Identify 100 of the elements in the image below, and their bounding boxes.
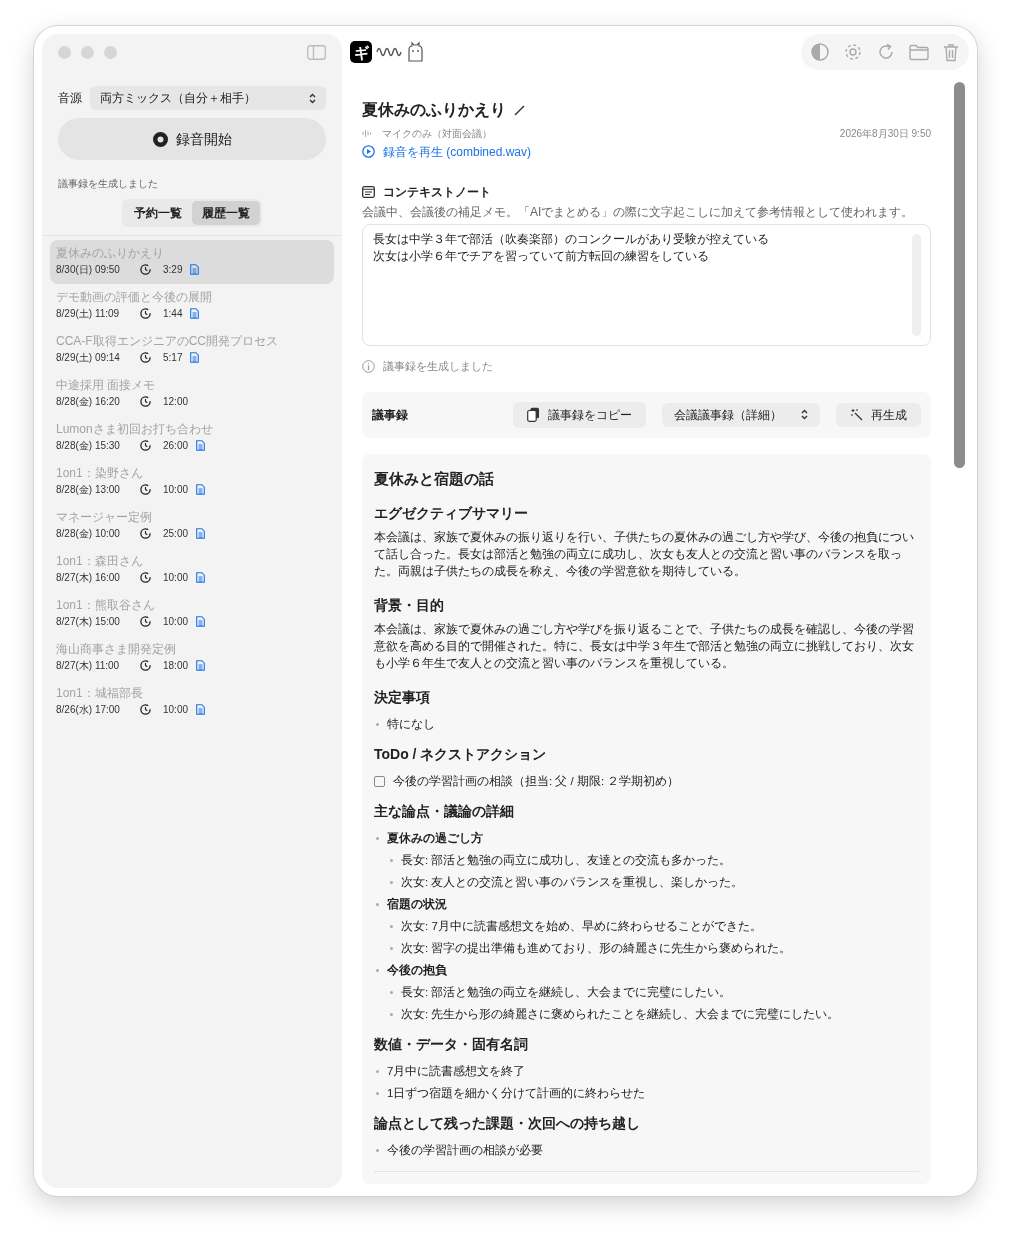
- section-heading: ToDo / ネクストアクション: [374, 745, 548, 763]
- history-title: 中途採用 面接メモ: [56, 377, 157, 394]
- list-tab[interactable]: 履歴一覧: [192, 201, 260, 225]
- section-heading: エグゼクティブサマリー: [374, 504, 529, 522]
- todo-checkbox[interactable]: [374, 775, 385, 787]
- history-duration: 10:00: [163, 483, 189, 497]
- history-date: 8/26(水) 17:00: [56, 703, 121, 717]
- history-date: 8/28(金) 15:30: [56, 439, 121, 453]
- bullet-dot: [376, 1091, 379, 1095]
- history-duration: 10:00: [163, 571, 189, 585]
- history-duration: 18:00: [163, 659, 189, 673]
- status-text: 議事録を生成しました: [57, 177, 159, 191]
- clock-icon: [140, 572, 151, 583]
- record-button[interactable]: 録音開始: [58, 118, 326, 160]
- trash-icon[interactable]: [943, 42, 959, 62]
- bullet-dot: [390, 990, 393, 994]
- history-title: 1on1：森田さん: [56, 553, 144, 570]
- history-item[interactable]: 1on1：城福部長 8/26(水) 17:00 10:00: [50, 680, 334, 724]
- bullet-text: 次女: 先生から形の綺麗さに褒められたことを継続し、大会までに完璧にしたい。: [401, 1007, 840, 1022]
- context-note-heading: コンテキストノート: [383, 184, 491, 201]
- context-note-field[interactable]: 長女は中学３年で部活（吹奏楽部）のコンクールがあり受験が控えている 次女は小学６年でチアを習っていて前方転回の練習をしている: [362, 224, 931, 346]
- copy-minutes-button[interactable]: 議事録をコピー: [513, 401, 646, 428]
- section-paragraph: 本会議は、家族で夏休みの過ごし方や学びを振り返ることで、子供たちの成長を確認し、今後の学習意欲を高める目的で開催された。特に、長女は中学３年生で部活と勉強の両立に挑戦しており、次女も小学６年生で友人との交流と習い事のバランスを重視している。: [374, 622, 915, 671]
- note-line: 次女は小学６年でチアを習っていて前方転回の練習をしている: [373, 248, 710, 265]
- history-title: 1on1：染野さん: [56, 465, 144, 482]
- clock-icon: [140, 396, 151, 407]
- section-heading: 背景・目的: [374, 596, 445, 614]
- history-date: 8/27(木) 15:00: [56, 615, 121, 629]
- section-paragraph: 本会議は、家族で夏休みの振り返りを行い、子供たちの夏休みの過ごし方や学び、今後の抱負について話し合った。長女は部活と勉強の両立に成功し、次女も友人との交流と習い事のバランスを取った。両親は子供たちの成長を称え、今後の学習意欲を期待している。: [374, 530, 915, 579]
- history-duration: 5:17: [163, 351, 183, 365]
- section-heading: 決定事項: [374, 688, 431, 706]
- history-duration: 3:29: [163, 263, 183, 277]
- bullet-dot: [390, 924, 393, 928]
- todo-text: 今後の学習計画の相談（担当: 父 / 期限: ２学期初め）: [393, 774, 680, 789]
- history-date: 8/27(木) 16:00: [56, 571, 121, 585]
- clock-icon: [140, 484, 151, 495]
- history-item[interactable]: 1on1：熊取谷さん 8/27(木) 15:00 10:00: [50, 592, 334, 636]
- app-logo: ギ: [350, 41, 372, 63]
- chevron-updown-icon: [801, 409, 808, 420]
- minimize-window-icon[interactable]: [81, 45, 94, 59]
- info-icon: [362, 359, 375, 373]
- regenerate-button[interactable]: 再生成: [836, 402, 921, 427]
- close-window-icon[interactable]: [58, 45, 71, 59]
- history-duration: 1:44: [163, 307, 183, 321]
- history-item[interactable]: CCA-F取得エンジニアのCC開発プロセス 8/29(土) 09:14 5:17: [50, 328, 334, 372]
- history-item[interactable]: デモ動画の評価と今後の展開 8/29(土) 11:09 1:44: [50, 284, 334, 328]
- meeting-datetime: 2026年8月30日 9:50: [839, 127, 931, 141]
- history-item[interactable]: 1on1：森田さん 8/27(木) 16:00 10:00: [50, 548, 334, 592]
- bullet-text: 長女: 部活と勉強の両立を継続し、大会までに完璧にしたい。: [401, 985, 732, 1000]
- bullet-text: 次女: 7月中に読書感想文を始め、早めに終わらせることができた。: [401, 919, 762, 934]
- history-title: 1on1：城福部長: [56, 685, 144, 702]
- history-item[interactable]: 1on1：染野さん 8/28(金) 13:00 10:00: [50, 460, 334, 504]
- zoom-window-icon[interactable]: [104, 45, 117, 59]
- source-dropdown[interactable]: 両方ミックス（自分＋相手）: [90, 86, 326, 110]
- record-icon: [152, 131, 168, 147]
- bullet-dot: [390, 946, 393, 950]
- source-label: 音源: [58, 90, 82, 107]
- sidebar-toggle-icon[interactable]: [307, 44, 326, 60]
- history-item[interactable]: 海山商事さま開発定例 8/27(木) 11:00 18:00: [50, 636, 334, 680]
- settings-icon[interactable]: [843, 42, 863, 62]
- history-date: 8/30(日) 09:50: [56, 263, 121, 277]
- history-item[interactable]: 中途採用 面接メモ 8/28(金) 16:20 12:00: [50, 372, 334, 416]
- history-date: 8/29(土) 11:09: [56, 307, 121, 321]
- bullet-text: 今後の抱負: [387, 963, 447, 978]
- clock-icon: [140, 264, 151, 275]
- scrollbar-thumb[interactable]: [954, 82, 965, 468]
- status-message: 議事録を生成しました: [383, 359, 493, 374]
- microphone-wave-icon: [362, 129, 374, 138]
- clock-icon: [140, 440, 151, 451]
- history-duration: 10:00: [163, 615, 189, 629]
- minutes-format-dropdown[interactable]: 会議議事録（詳細）: [662, 402, 820, 427]
- history-duration: 26:00: [163, 439, 189, 453]
- refresh-icon[interactable]: [877, 43, 895, 61]
- play-recording-link[interactable]: 録音を再生 (combined.wav): [362, 142, 532, 161]
- minutes-label: 議事録: [372, 406, 408, 424]
- bullet-text: 今後の学習計画の相談が必要: [387, 1143, 543, 1158]
- bullet-text: 夏休みの過ごし方: [387, 830, 483, 846]
- bullet-dot: [390, 1012, 393, 1016]
- note-line: 長女は中学３年で部活（吹奏楽部）のコンクールがあり受験が控えている: [373, 231, 770, 248]
- history-title: 海山商事さま開発定例: [56, 641, 177, 658]
- clock-icon: [140, 352, 151, 363]
- clock-icon: [140, 616, 151, 627]
- history-duration: 12:00: [163, 395, 189, 409]
- history-duration: 10:00: [163, 703, 189, 717]
- bullet-dot: [376, 836, 379, 840]
- list-tab[interactable]: 予約一覧: [124, 201, 192, 225]
- bullet-dot: [390, 880, 393, 884]
- history-title: Lumonさま初回お打ち合わせ: [56, 421, 214, 438]
- history-item[interactable]: マネージャー定例 8/28(金) 10:00 25:00: [50, 504, 334, 548]
- history-title: デモ動画の評価と今後の展開: [56, 289, 213, 306]
- history-date: 8/28(金) 16:20: [56, 395, 121, 409]
- minutes-title: 夏休みと宿題の話: [374, 468, 495, 489]
- contrast-icon[interactable]: [811, 43, 829, 61]
- history-item[interactable]: Lumonさま初回お打ち合わせ 8/28(金) 15:30 26:00: [50, 416, 334, 460]
- history-date: 8/28(金) 13:00: [56, 483, 121, 497]
- folder-icon[interactable]: [909, 43, 929, 61]
- history-title: CCA-F取得エンジニアのCC開発プロセス: [56, 333, 279, 350]
- bullet-text: 次女: 習字の提出準備も進めており、形の綺麗さに先生から褒められた。: [401, 941, 792, 956]
- history-title: マネージャー定例: [56, 509, 153, 526]
- play-icon: [362, 145, 375, 158]
